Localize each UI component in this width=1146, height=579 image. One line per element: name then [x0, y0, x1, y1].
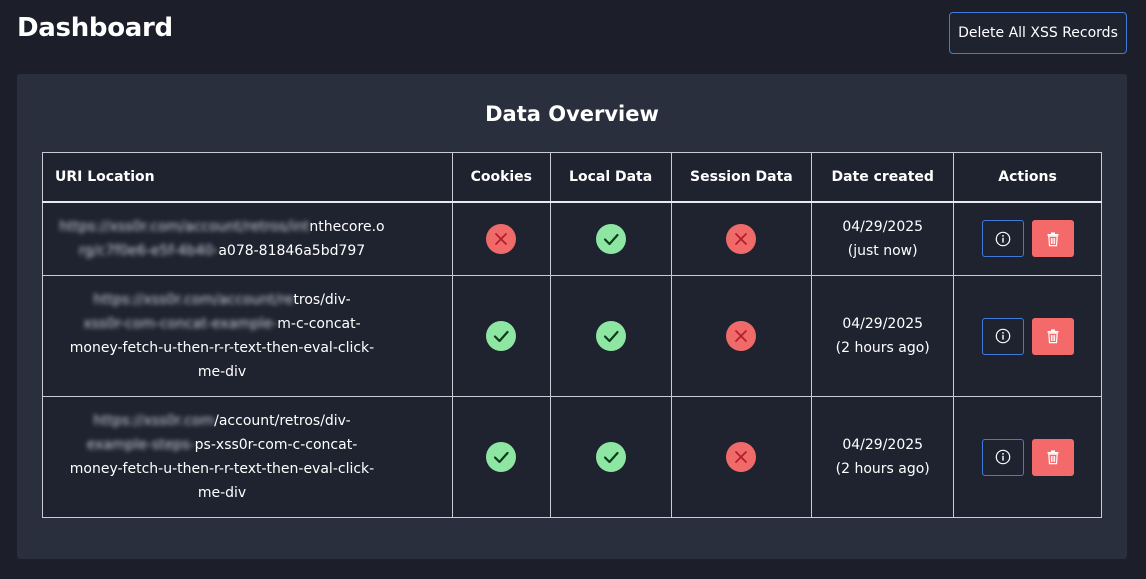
- trash-icon: [1047, 450, 1059, 465]
- uri-redacted: rg/c7f0e6-e5f-4b40-: [78, 242, 219, 259]
- uri-redacted: xss0r-com-concat-example-: [83, 316, 278, 332]
- delete-all-xss-records-button[interactable]: Delete All XSS Records: [949, 12, 1127, 54]
- delete-record-button[interactable]: [1031, 438, 1074, 476]
- date-value: 04/29/2025: [842, 316, 924, 332]
- uri-visible: money-fetch-u-then-r-r-text-then-eval-cl…: [69, 461, 375, 477]
- uri-location-cell: https://xss0r.com/account/retros/intheco…: [42, 201, 453, 276]
- uri-visible: ps-xss0r-com-c-concat-: [194, 437, 358, 453]
- uri-location-cell: https://xss0r.com/account/retros/div-xss…: [42, 275, 453, 397]
- info-icon: [995, 328, 1010, 344]
- uri-visible: nthecore.o: [309, 218, 385, 235]
- check-circle-icon: [595, 321, 626, 351]
- date-created-cell: 04/29/2025 (2 hours ago): [811, 275, 955, 397]
- check-circle-icon: [595, 442, 626, 472]
- table-row: https://xss0r.com/account/retros/div-exa…: [42, 396, 1102, 518]
- uri-visible: m-c-concat-: [277, 316, 361, 332]
- session-data-cell: [670, 396, 813, 518]
- uri-visible: /account/retros/div-: [214, 413, 351, 429]
- uri-redacted: example-steps-: [86, 437, 195, 453]
- session-data-cell: [670, 275, 813, 397]
- local-data-cell: [549, 396, 672, 518]
- session-data-cell: [670, 201, 813, 276]
- date-value: 04/29/2025: [842, 437, 924, 453]
- relative-time: (2 hours ago): [835, 340, 930, 356]
- table-header-row: URI Location Cookies Local Data Session …: [42, 152, 1102, 203]
- x-circle-icon: [486, 223, 517, 254]
- local-data-cell: [549, 275, 672, 397]
- table-row: https://xss0r.com/account/retros/div-xss…: [42, 275, 1102, 397]
- check-circle-icon: [486, 321, 517, 351]
- x-circle-icon: [726, 223, 757, 254]
- info-icon: [995, 231, 1010, 247]
- actions-cell: [953, 396, 1102, 518]
- delete-record-button[interactable]: [1031, 220, 1074, 258]
- view-details-button[interactable]: [981, 220, 1024, 258]
- uri-visible: tros/div-: [293, 292, 351, 308]
- column-header-actions: Actions: [953, 152, 1102, 203]
- delete-record-button[interactable]: [1031, 317, 1074, 355]
- uri-redacted: https://xss0r.com: [93, 413, 215, 429]
- table-row: https://xss0r.com/account/retros/intheco…: [42, 201, 1102, 276]
- actions-cell: [953, 201, 1102, 276]
- date-value: 04/29/2025: [842, 218, 924, 235]
- trash-icon: [1047, 329, 1059, 344]
- check-circle-icon: [486, 442, 517, 472]
- view-details-button[interactable]: [981, 317, 1024, 355]
- uri-visible: a078-81846a5bd797: [218, 242, 366, 259]
- uri-location-cell: https://xss0r.com/account/retros/div-exa…: [42, 396, 453, 518]
- uri-location-text[interactable]: https://xss0r.com/account/retros/div-exa…: [57, 409, 387, 505]
- local-data-cell: [549, 201, 672, 276]
- relative-time: (2 hours ago): [835, 461, 930, 477]
- view-details-button[interactable]: [981, 438, 1024, 476]
- x-circle-icon: [726, 321, 757, 351]
- actions-cell: [953, 275, 1102, 397]
- uri-visible: money-fetch-u-then-r-r-text-then-eval-cl…: [69, 340, 375, 356]
- xss-records-table: URI Location Cookies Local Data Session …: [42, 152, 1102, 518]
- cookies-cell: [451, 396, 551, 518]
- column-header-uri-location[interactable]: URI Location: [42, 152, 453, 203]
- uri-redacted: https://xss0r.com/account/retros/intheco…: [59, 218, 310, 235]
- column-header-date-created[interactable]: Date created: [811, 152, 955, 203]
- info-icon: [995, 449, 1010, 465]
- column-header-local-data[interactable]: Local Data: [549, 152, 672, 203]
- cookies-cell: [451, 201, 551, 276]
- check-circle-icon: [595, 223, 626, 254]
- cookies-cell: [451, 275, 551, 397]
- date-created-cell: 04/29/2025 (just now): [811, 201, 955, 276]
- uri-visible: me-div: [197, 485, 247, 501]
- dashboard-page: Dashboard Delete All XSS Records Data Ov…: [0, 0, 1146, 579]
- uri-location-text[interactable]: https://xss0r.com/account/retros/intheco…: [57, 215, 387, 263]
- uri-visible: me-div: [197, 364, 247, 380]
- uri-redacted: https://xss0r.com/account/re: [93, 292, 294, 308]
- trash-icon: [1047, 232, 1059, 246]
- relative-time: (just now): [847, 242, 918, 259]
- x-circle-icon: [726, 442, 757, 472]
- data-overview-panel: Data Overview URI Location Cookies Local…: [17, 74, 1127, 559]
- column-header-cookies[interactable]: Cookies: [451, 152, 551, 203]
- uri-location-text[interactable]: https://xss0r.com/account/retros/div-xss…: [57, 288, 387, 384]
- panel-title: Data Overview: [485, 102, 659, 126]
- date-created-cell: 04/29/2025 (2 hours ago): [811, 396, 955, 518]
- page-title: Dashboard: [17, 13, 173, 43]
- column-header-session-data[interactable]: Session Data: [670, 152, 813, 203]
